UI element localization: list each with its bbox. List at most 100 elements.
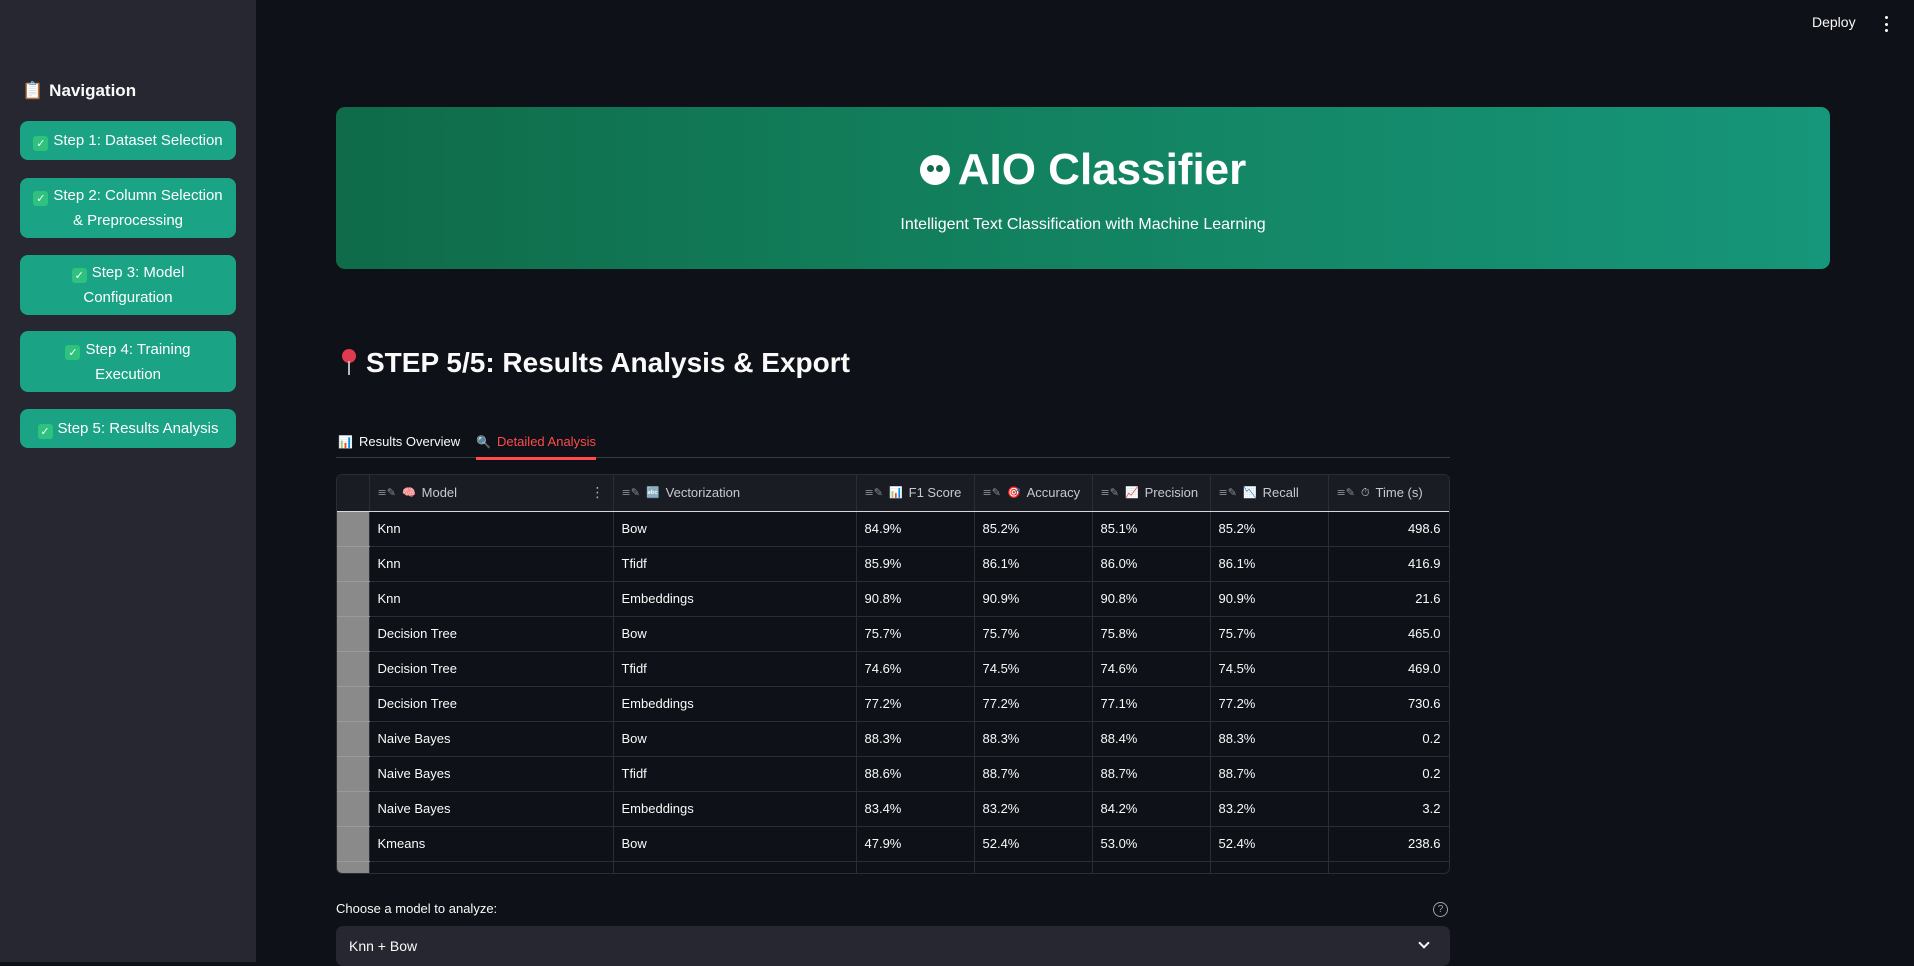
table-cell-accuracy[interactable]: 77.2% [974, 686, 1093, 722]
table-cell-model[interactable] [369, 861, 614, 873]
table-cell-accuracy[interactable]: 52.4% [974, 826, 1093, 862]
table-cell-model[interactable]: Decision Tree [369, 651, 614, 687]
table-cell-vectorization[interactable]: Embeddings [613, 791, 857, 827]
table-cell-model[interactable]: Kmeans [369, 826, 614, 862]
table-row[interactable]: Kmeans Bow 47.9% 52.4% 53.0% 52.4% 238.6 [337, 826, 1449, 862]
table-cell-f1[interactable]: 77.2% [856, 686, 975, 722]
table-cell-time[interactable] [1328, 861, 1449, 873]
table-cell-vectorization[interactable] [613, 861, 857, 873]
table-cell-time[interactable]: 0.2 [1328, 756, 1449, 792]
tab-detailed-analysis[interactable]: 🔍 Detailed Analysis [476, 425, 596, 460]
main-menu-icon[interactable] [1883, 16, 1889, 32]
table-cell-precision[interactable]: 86.0% [1092, 546, 1211, 582]
table-cell-accuracy[interactable]: 85.2% [974, 511, 1093, 547]
table-cell-accuracy[interactable] [974, 861, 1093, 873]
table-row[interactable]: Naive Bayes Bow 88.3% 88.3% 88.4% 88.3% … [337, 721, 1449, 757]
table-row[interactable]: Decision Tree Embeddings 77.2% 77.2% 77.… [337, 686, 1449, 722]
table-cell-recall[interactable]: 85.2% [1210, 511, 1329, 547]
table-cell-model[interactable]: Decision Tree [369, 686, 614, 722]
table-cell-time[interactable]: 3.2 [1328, 791, 1449, 827]
table-row[interactable]: Decision Tree Tfidf 74.6% 74.5% 74.6% 74… [337, 651, 1449, 687]
table-cell-recall[interactable]: 88.7% [1210, 756, 1329, 792]
deploy-button[interactable]: Deploy [1812, 14, 1856, 30]
table-cell-accuracy[interactable]: 88.3% [974, 721, 1093, 757]
table-cell-precision[interactable]: 75.8% [1092, 616, 1211, 652]
table-cell-precision[interactable]: 84.2% [1092, 791, 1211, 827]
row-index-cell[interactable] [337, 581, 370, 617]
table-cell-precision[interactable] [1092, 861, 1211, 873]
table-row-partial[interactable] [337, 861, 1449, 873]
table-cell-accuracy[interactable]: 88.7% [974, 756, 1093, 792]
table-cell-f1[interactable]: 74.6% [856, 651, 975, 687]
sidebar-step-2-button[interactable]: ✓ Step 2: Column Selection & Preprocessin… [20, 178, 236, 238]
row-index-cell[interactable] [337, 861, 370, 873]
table-cell-vectorization[interactable]: Bow [613, 511, 857, 547]
table-cell-recall[interactable]: 86.1% [1210, 546, 1329, 582]
table-cell-precision[interactable]: 85.1% [1092, 511, 1211, 547]
table-cell-recall[interactable]: 83.2% [1210, 791, 1329, 827]
column-header-f1-score[interactable]: ≡✎ 📊 F1 Score [856, 475, 975, 512]
table-cell-precision[interactable]: 88.7% [1092, 756, 1211, 792]
row-index-cell[interactable] [337, 686, 370, 722]
column-header-recall[interactable]: ≡✎ 📉 Recall [1210, 475, 1329, 512]
column-header-time[interactable]: ≡✎ ⏱ Time (s) [1328, 475, 1449, 512]
table-cell-model[interactable]: Naive Bayes [369, 721, 614, 757]
table-cell-model[interactable]: Decision Tree [369, 616, 614, 652]
table-cell-vectorization[interactable]: Bow [613, 721, 857, 757]
sidebar-step-3-button[interactable]: ✓ Step 3: Model Configuration [20, 255, 236, 315]
table-row[interactable]: Knn Bow 84.9% 85.2% 85.1% 85.2% 498.6 [337, 511, 1449, 547]
table-cell-f1[interactable]: 90.8% [856, 581, 975, 617]
row-index-cell[interactable] [337, 651, 370, 687]
column-header-model[interactable]: ≡✎ 🧠 Model ⋮ [369, 475, 614, 512]
table-cell-model[interactable]: Knn [369, 581, 614, 617]
table-cell-vectorization[interactable]: Tfidf [613, 546, 857, 582]
table-cell-vectorization[interactable]: Tfidf [613, 756, 857, 792]
column-header-accuracy[interactable]: ≡✎ 🎯 Accuracy [974, 475, 1093, 512]
table-cell-time[interactable]: 730.6 [1328, 686, 1449, 722]
column-header-vectorization[interactable]: ≡✎ 🔤 Vectorization [613, 475, 857, 512]
table-cell-model[interactable]: Knn [369, 511, 614, 547]
table-cell-f1[interactable]: 84.9% [856, 511, 975, 547]
sidebar-step-4-button[interactable]: ✓ Step 4: Training Execution [20, 331, 236, 392]
row-index-cell[interactable] [337, 721, 370, 757]
table-cell-precision[interactable]: 77.1% [1092, 686, 1211, 722]
table-cell-f1[interactable]: 85.9% [856, 546, 975, 582]
table-cell-time[interactable]: 238.6 [1328, 826, 1449, 862]
table-cell-recall[interactable]: 52.4% [1210, 826, 1329, 862]
table-cell-precision[interactable]: 88.4% [1092, 721, 1211, 757]
table-cell-time[interactable]: 498.6 [1328, 511, 1449, 547]
tab-results-overview[interactable]: 📊 Results Overview [338, 425, 460, 458]
table-cell-model[interactable]: Knn [369, 546, 614, 582]
results-table[interactable]: ≡✎ 🧠 Model ⋮ ≡✎ 🔤 Vectorization ≡✎ 📊 F1 Score ≡… [336, 474, 1450, 874]
table-cell-time[interactable]: 465.0 [1328, 616, 1449, 652]
column-header-precision[interactable]: ≡✎ 📈 Precision [1092, 475, 1211, 512]
table-cell-time[interactable]: 416.9 [1328, 546, 1449, 582]
table-cell-vectorization[interactable]: Bow [613, 826, 857, 862]
row-index-cell[interactable] [337, 546, 370, 582]
model-select-dropdown[interactable]: Knn + Bow [336, 926, 1450, 966]
table-cell-f1[interactable]: 88.3% [856, 721, 975, 757]
table-cell-model[interactable]: Naive Bayes [369, 756, 614, 792]
table-cell-recall[interactable]: 75.7% [1210, 616, 1329, 652]
table-cell-accuracy[interactable]: 86.1% [974, 546, 1093, 582]
table-cell-f1[interactable]: 88.6% [856, 756, 975, 792]
table-row[interactable]: Knn Embeddings 90.8% 90.9% 90.8% 90.9% 2… [337, 581, 1449, 617]
column-menu-icon[interactable]: ⋮ [591, 485, 605, 501]
row-index-cell[interactable] [337, 791, 370, 827]
table-cell-f1[interactable]: 83.4% [856, 791, 975, 827]
table-cell-vectorization[interactable]: Bow [613, 616, 857, 652]
table-cell-vectorization[interactable]: Embeddings [613, 686, 857, 722]
sidebar-step-1-button[interactable]: ✓ Step 1: Dataset Selection [20, 121, 236, 160]
table-cell-accuracy[interactable]: 75.7% [974, 616, 1093, 652]
table-cell-f1[interactable] [856, 861, 975, 873]
table-row[interactable]: Decision Tree Bow 75.7% 75.7% 75.8% 75.7… [337, 616, 1449, 652]
table-cell-accuracy[interactable]: 83.2% [974, 791, 1093, 827]
table-cell-f1[interactable]: 47.9% [856, 826, 975, 862]
row-index-cell[interactable] [337, 616, 370, 652]
help-icon[interactable]: ? [1433, 902, 1448, 917]
table-cell-accuracy[interactable]: 90.9% [974, 581, 1093, 617]
table-cell-time[interactable]: 21.6 [1328, 581, 1449, 617]
table-cell-accuracy[interactable]: 74.5% [974, 651, 1093, 687]
table-cell-recall[interactable] [1210, 861, 1329, 873]
table-cell-time[interactable]: 469.0 [1328, 651, 1449, 687]
